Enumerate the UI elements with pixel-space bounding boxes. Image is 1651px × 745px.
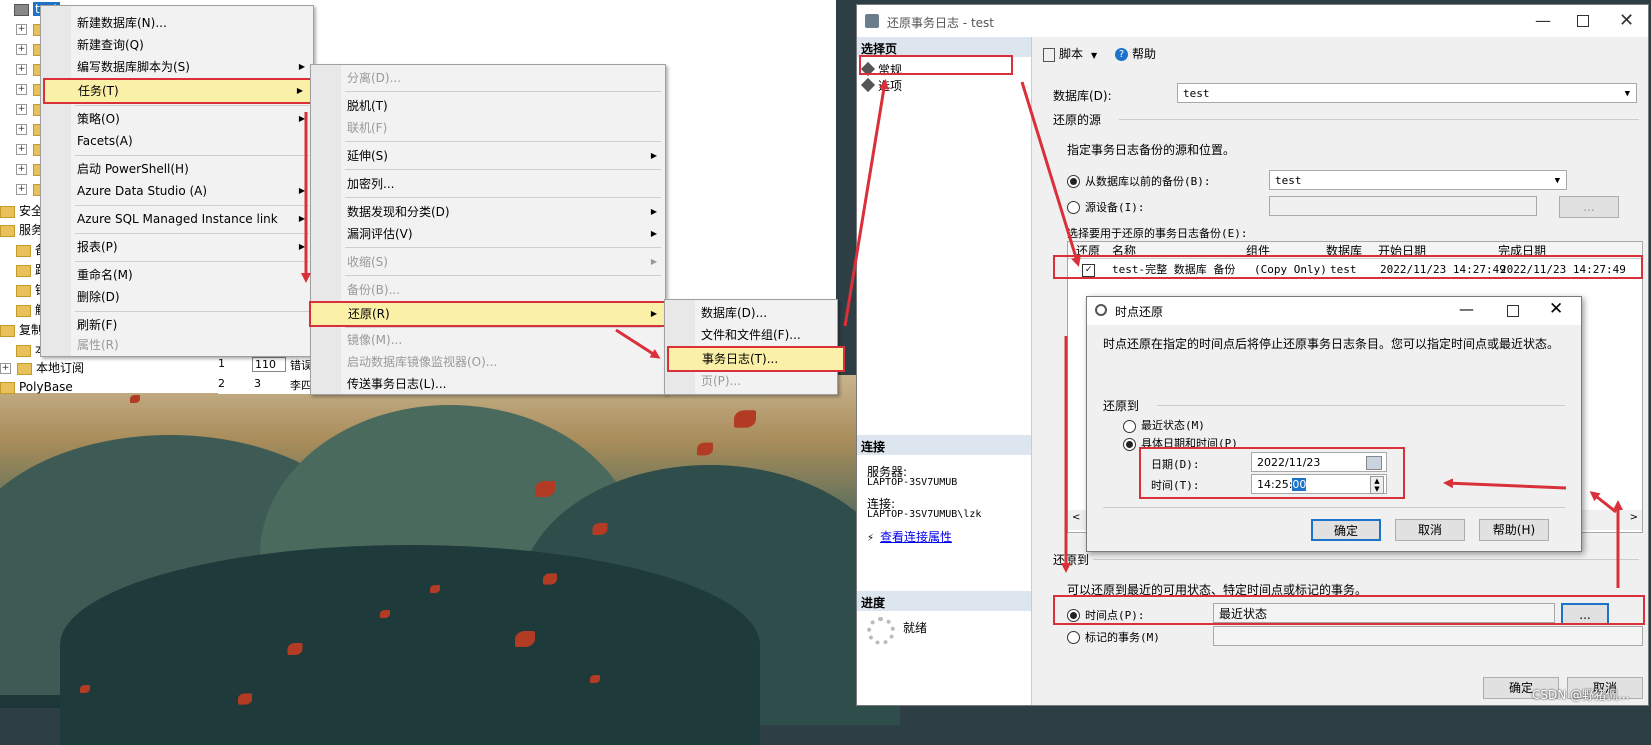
annotation-arrow xyxy=(615,328,661,359)
annotation-arrow xyxy=(1020,81,1081,267)
annotation-arrows xyxy=(301,79,1623,588)
annotation-arrow xyxy=(1589,491,1617,514)
watermark: CSDN @野猪佩... xyxy=(1532,688,1630,702)
annotation-arrow xyxy=(843,79,889,327)
annotation-arrow xyxy=(1443,478,1567,490)
annotation-arrow-group xyxy=(301,79,1623,588)
